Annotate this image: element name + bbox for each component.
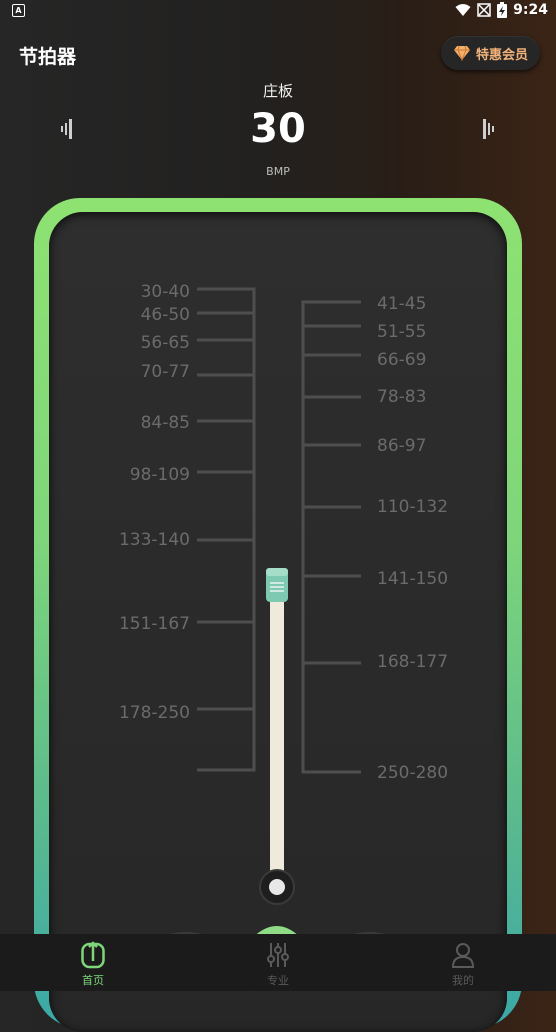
scale-label-left: 84-85 [141, 413, 190, 433]
scale-label-left: 30-40 [141, 282, 190, 302]
right-scale-bracket [301, 300, 361, 774]
scale-label-right: 51-55 [377, 322, 426, 342]
scale-label-left: 151-167 [119, 614, 190, 634]
pendulum[interactable] [259, 596, 295, 905]
tempo-scale: 30-40 46-50 56-65 70-77 84-85 98-109 133… [119, 282, 448, 934]
scale-label-left: 56-65 [141, 333, 190, 353]
scale-label-right: 86-97 [377, 436, 426, 456]
scale-label-right: 110-132 [377, 497, 448, 517]
scale-label-left: 178-250 [119, 703, 190, 723]
scale-label-left: 70-77 [141, 362, 190, 382]
sliders-icon [267, 943, 289, 967]
tempo-weight-slider[interactable] [266, 568, 288, 602]
nav-mine[interactable]: 我的 [423, 934, 503, 991]
scale-label-left: 98-109 [130, 465, 190, 485]
nav-pro[interactable]: 专业 [238, 934, 318, 991]
nav-label-pro: 专业 [267, 974, 289, 987]
scale-label-right: 41-45 [377, 294, 426, 314]
scale-label-right: 66-69 [377, 350, 426, 370]
scale-label-left: 133-140 [119, 530, 190, 550]
scale-label-left: 46-50 [141, 305, 190, 325]
scale-label-right: 168-177 [377, 652, 448, 672]
metronome-icon [81, 941, 105, 969]
left-scale-bracket [197, 287, 256, 772]
scale-label-right: 78-83 [377, 387, 426, 407]
nav-label-mine: 我的 [452, 974, 474, 987]
nav-home[interactable]: 首页 [53, 934, 133, 991]
user-icon [451, 943, 475, 968]
scale-label-right: 250-280 [377, 763, 448, 783]
bottom-nav: 首页 专业 我的 [0, 934, 556, 991]
play-button[interactable] [245, 926, 308, 934]
scale-label-right: 141-150 [377, 569, 448, 589]
nav-label-home: 首页 [82, 974, 104, 987]
